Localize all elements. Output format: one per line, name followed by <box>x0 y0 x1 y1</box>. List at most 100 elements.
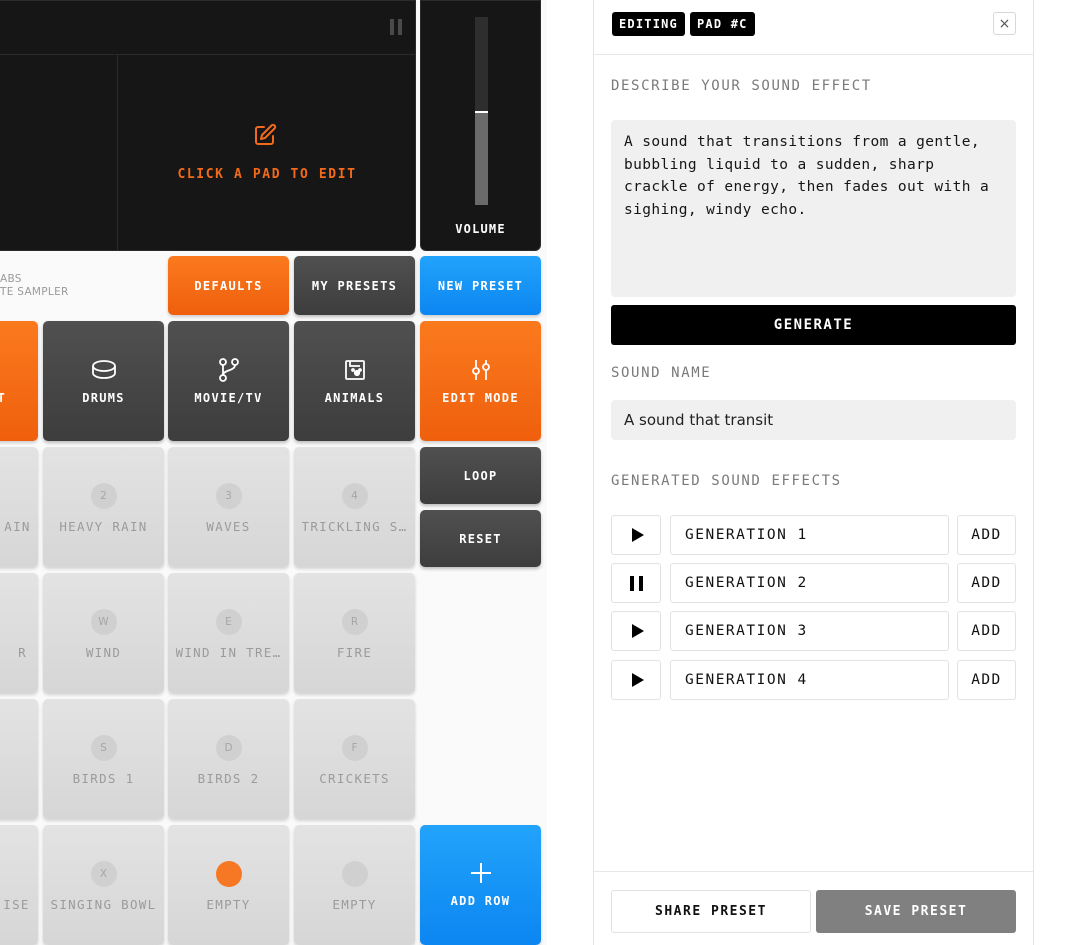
sliders-icon <box>468 357 494 383</box>
pad-key: F <box>341 735 368 761</box>
defaults-button[interactable]: DEFAULTS <box>168 256 289 315</box>
pad-key <box>341 861 368 887</box>
editing-tag: EDITING <box>612 12 685 36</box>
category-drums[interactable]: DRUMS <box>43 321 164 441</box>
pad-name: FIRE <box>336 645 373 660</box>
pad-a[interactable]: 1 <box>0 699 38 819</box>
plus-icon <box>470 862 492 884</box>
generation-label[interactable]: GENERATION 4 <box>670 660 949 700</box>
pad-3[interactable]: 3 WAVES <box>168 447 289 567</box>
volume-track[interactable] <box>475 17 488 205</box>
edit-mode-button[interactable]: EDIT MODE <box>420 321 541 441</box>
pad-key: S <box>90 735 117 761</box>
add-button[interactable]: ADD <box>957 563 1016 603</box>
pad-w[interactable]: W WIND <box>43 573 164 693</box>
play-button[interactable] <box>611 660 661 700</box>
generation-label[interactable]: GENERATION 2 <box>670 563 949 603</box>
volume-label: VOLUME <box>455 222 506 236</box>
pad-c-selected[interactable]: EMPTY <box>168 825 289 945</box>
description-textarea[interactable]: A sound that transitions from a gentle, … <box>611 120 1016 297</box>
sampler-board: CLICK A PAD TO EDIT VOLUME ABS TE SAMPLE… <box>0 0 547 945</box>
pad-1[interactable]: AIN <box>0 447 38 567</box>
pad-key: X <box>90 861 117 887</box>
volume-knob[interactable] <box>475 111 488 113</box>
my-presets-button[interactable]: MY PRESETS <box>294 256 415 315</box>
pad-z[interactable]: ISE <box>0 825 38 945</box>
pad-name: BIRDS 2 <box>197 771 260 786</box>
loop-button[interactable]: LOOP <box>420 447 541 504</box>
play-button[interactable] <box>611 515 661 555</box>
pad-key: W <box>90 609 117 635</box>
generation-row: GENERATION 3 ADD <box>611 611 1016 651</box>
describe-label: DESCRIBE YOUR SOUND EFFECT <box>611 78 872 94</box>
display-topbar <box>0 1 415 55</box>
pad-2[interactable]: 2 HEAVY RAIN <box>43 447 164 567</box>
add-button[interactable]: ADD <box>957 611 1016 651</box>
category-label: DRUMS <box>82 391 125 405</box>
category-animals[interactable]: ANIMALS <box>294 321 415 441</box>
pad-4[interactable]: 4 TRICKLING S… <box>294 447 415 567</box>
pad-name: TRICKLING S… <box>301 519 408 534</box>
pad-name: WAVES <box>206 519 251 534</box>
share-preset-button[interactable]: SHARE PRESET <box>611 890 811 933</box>
generation-label[interactable]: GENERATION 3 <box>670 611 949 651</box>
category-label: T <box>0 391 6 405</box>
pad-x[interactable]: X SINGING BOWL <box>43 825 164 945</box>
editor-footer: SHARE PRESET SAVE PRESET <box>594 871 1033 945</box>
add-button[interactable]: ADD <box>957 660 1016 700</box>
pad-display: CLICK A PAD TO EDIT <box>0 0 416 251</box>
click-pad-message: CLICK A PAD TO EDIT <box>177 167 357 182</box>
brand-line-1: ABS <box>0 273 22 285</box>
brand-line-2: TE SAMPLER <box>0 286 69 298</box>
pad-name: EMPTY <box>206 897 251 912</box>
pad-name: EMPTY <box>332 897 377 912</box>
pad-key: E <box>215 609 242 635</box>
pad-q[interactable]: R <box>0 573 38 693</box>
pad-key: R <box>341 609 368 635</box>
pad-name: ISE <box>3 897 30 912</box>
pause-icon[interactable] <box>390 19 403 35</box>
generation-label[interactable]: GENERATION 1 <box>670 515 949 555</box>
category-movie-tv[interactable]: MOVIE/TV <box>168 321 289 441</box>
category-icon-hidden <box>0 357 6 383</box>
category-label: MOVIE/TV <box>194 391 263 405</box>
close-button[interactable]: × <box>993 12 1016 35</box>
pad-f[interactable]: F CRICKETS <box>294 699 415 819</box>
pad-name: SINGING BOWL <box>50 897 157 912</box>
pause-button[interactable] <box>611 563 661 603</box>
pad-v[interactable]: EMPTY <box>294 825 415 945</box>
volume-fill <box>475 113 488 205</box>
generated-label: GENERATED SOUND EFFECTS <box>611 473 842 489</box>
editor-header: EDITING PAD #C × <box>594 0 1033 55</box>
add-button[interactable]: ADD <box>957 515 1016 555</box>
add-row-button[interactable]: ADD ROW <box>420 825 541 945</box>
pad-active-indicator <box>215 861 242 887</box>
pad-s[interactable]: S BIRDS 1 <box>43 699 164 819</box>
play-icon <box>631 624 644 638</box>
play-button[interactable] <box>611 611 661 651</box>
paw-frame-icon <box>342 357 368 383</box>
category-label: ANIMALS <box>324 391 385 405</box>
reset-button[interactable]: RESET <box>420 510 541 567</box>
generation-row: GENERATION 4 ADD <box>611 660 1016 700</box>
pad-r[interactable]: R FIRE <box>294 573 415 693</box>
new-preset-button[interactable]: NEW PRESET <box>420 256 541 315</box>
pad-d[interactable]: D BIRDS 2 <box>168 699 289 819</box>
pad-name: WIND IN TRE… <box>175 645 282 660</box>
pad-key: 3 <box>215 483 242 509</box>
drum-icon <box>91 357 117 383</box>
volume-slider[interactable]: VOLUME <box>420 0 541 251</box>
pad-name: CRICKETS <box>319 771 390 786</box>
pad-key: 4 <box>341 483 368 509</box>
generate-button[interactable]: GENERATE <box>611 305 1016 345</box>
category-button-partial[interactable]: T <box>0 321 38 441</box>
pad-name: HEAVY RAIN <box>59 519 148 534</box>
category-label: EDIT MODE <box>442 391 519 405</box>
pad-e[interactable]: E WIND IN TRE… <box>168 573 289 693</box>
pause-icon <box>629 575 643 591</box>
save-preset-button[interactable]: SAVE PRESET <box>816 890 1016 933</box>
generation-row: GENERATION 1 ADD <box>611 515 1016 555</box>
play-icon <box>631 528 644 542</box>
sound-name-input[interactable]: A sound that transit <box>611 400 1016 440</box>
pad-tag: PAD #C <box>690 12 755 36</box>
